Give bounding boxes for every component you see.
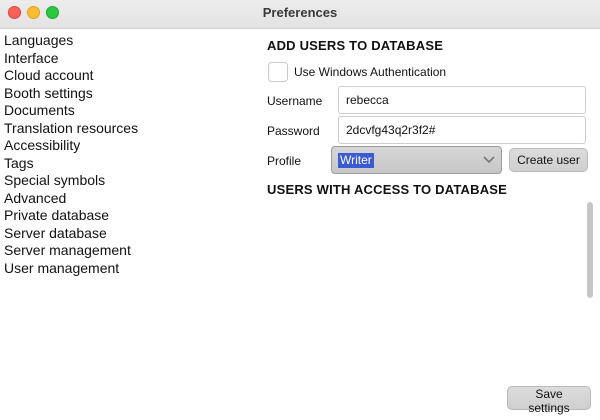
sidebar-item-advanced[interactable]: Advanced <box>4 190 244 208</box>
preferences-window: Preferences Languages Interface Cloud ac… <box>0 0 600 420</box>
sidebar-item-accessibility[interactable]: Accessibility <box>4 137 244 155</box>
users-with-access-heading: USERS WITH ACCESS TO DATABASE <box>267 182 508 197</box>
window-title: Preferences <box>262 5 338 20</box>
sidebar-item-cloud-account[interactable]: Cloud account <box>4 67 244 85</box>
preferences-sidebar: Languages Interface Cloud account Booth … <box>4 32 244 277</box>
sidebar-item-documents[interactable]: Documents <box>4 102 244 120</box>
profile-selected-value: Writer <box>338 153 374 168</box>
profile-label: Profile <box>267 154 302 168</box>
sidebar-item-server-database[interactable]: Server database <box>4 225 244 243</box>
sidebar-item-user-management[interactable]: User management <box>4 260 244 278</box>
windows-auth-label: Use Windows Authentication <box>294 65 447 79</box>
sidebar-item-special-symbols[interactable]: Special symbols <box>4 172 244 190</box>
username-label: Username <box>267 94 323 108</box>
sidebar-item-server-management[interactable]: Server management <box>4 242 244 260</box>
username-input[interactable] <box>338 86 586 114</box>
sidebar-item-private-database[interactable]: Private database <box>4 207 244 225</box>
password-input[interactable] <box>338 116 586 144</box>
create-user-button[interactable]: Create user <box>509 148 588 172</box>
sidebar-item-interface[interactable]: Interface <box>4 50 244 68</box>
chevron-down-icon <box>483 156 495 164</box>
profile-select[interactable]: Writer <box>331 146 502 174</box>
sidebar-item-booth-settings[interactable]: Booth settings <box>4 85 244 103</box>
add-users-heading: ADD USERS TO DATABASE <box>267 38 444 53</box>
password-label: Password <box>267 124 320 138</box>
users-list-scrollbar[interactable] <box>587 202 593 298</box>
title-bar: Preferences <box>0 0 600 29</box>
sidebar-item-languages[interactable]: Languages <box>4 32 244 50</box>
sidebar-item-tags[interactable]: Tags <box>4 155 244 173</box>
save-settings-button[interactable]: Save settings <box>507 386 591 415</box>
sidebar-item-translation-resources[interactable]: Translation resources <box>4 120 244 138</box>
windows-auth-checkbox[interactable] <box>268 62 288 82</box>
